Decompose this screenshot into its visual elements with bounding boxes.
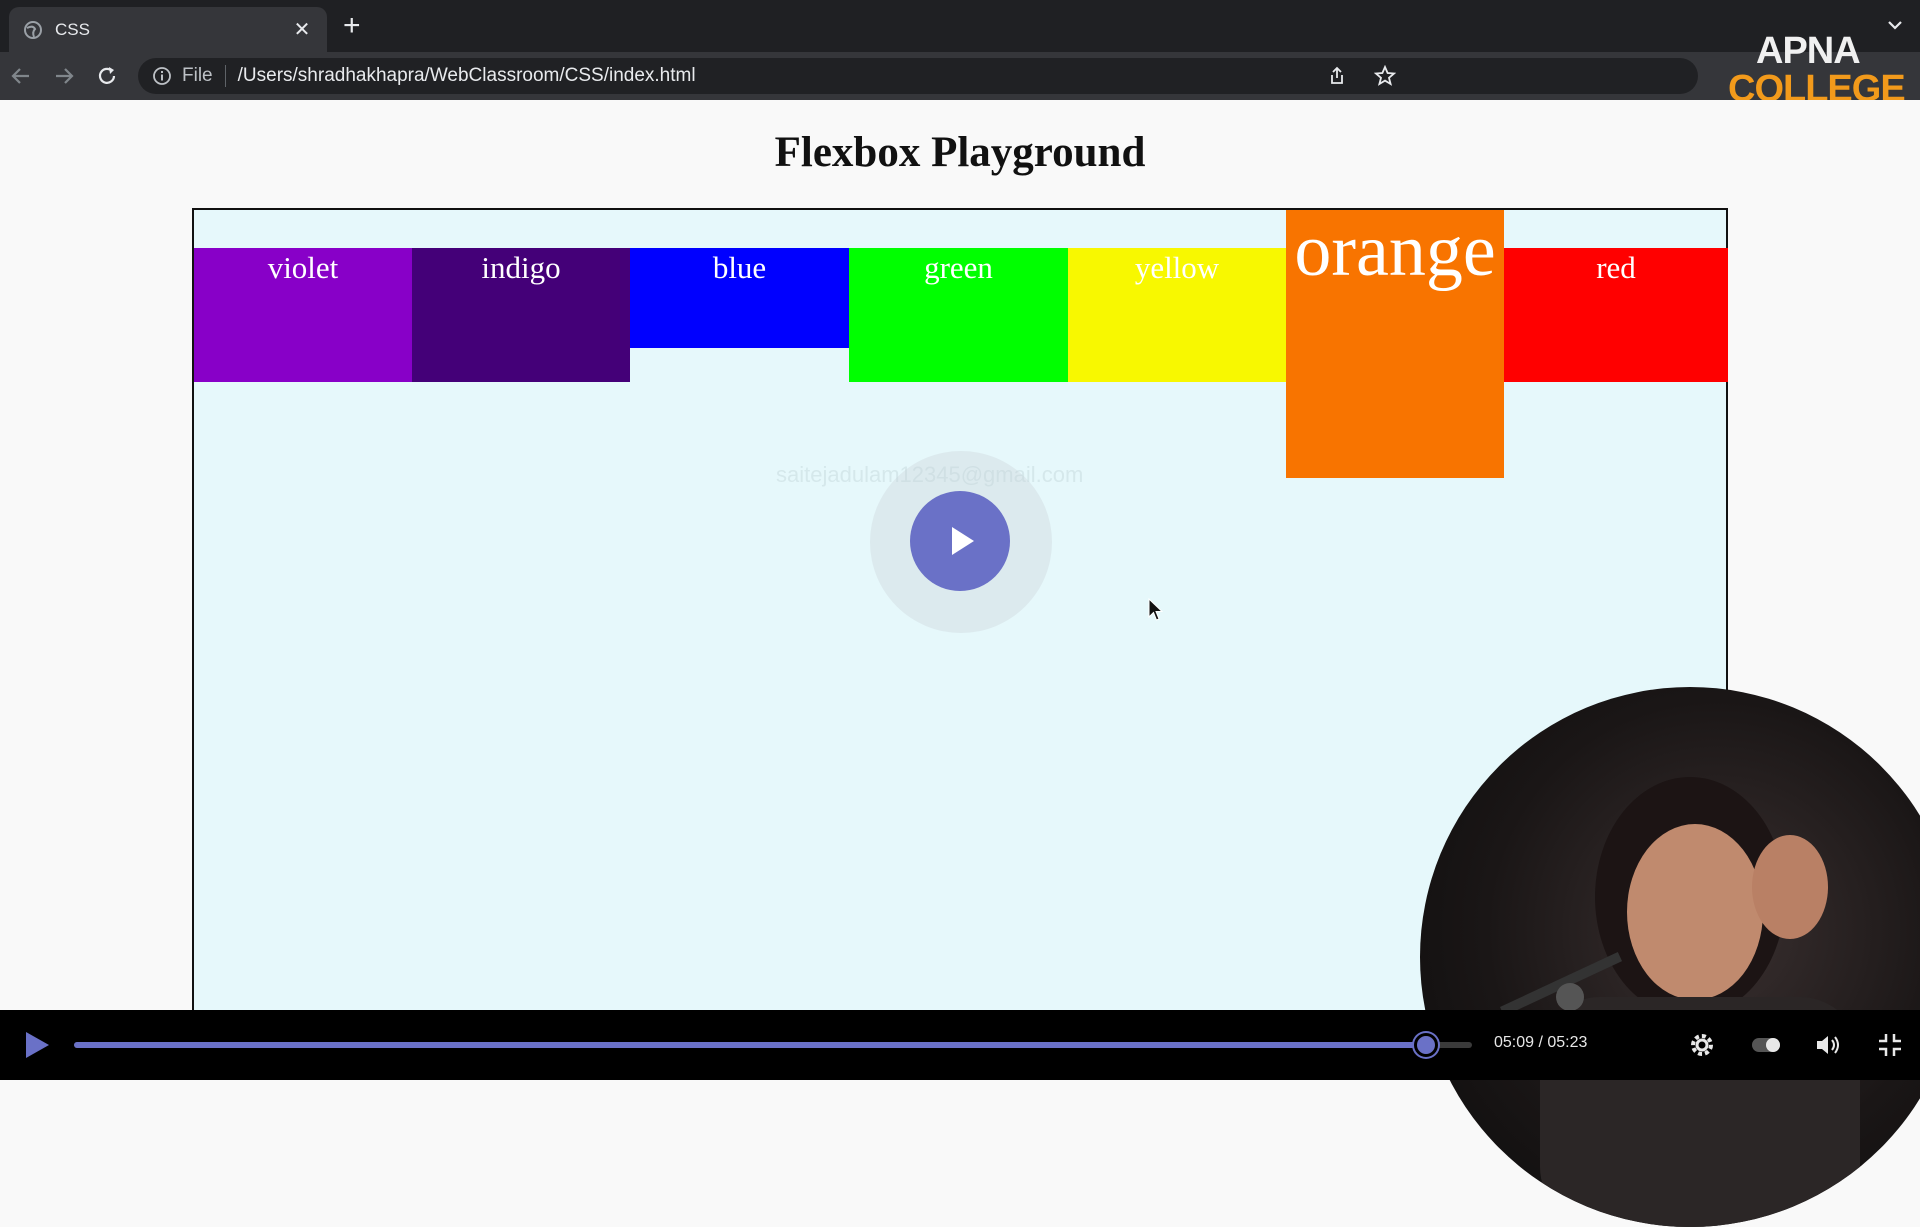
progress-bar[interactable] <box>74 1033 1472 1057</box>
browser-tab[interactable]: CSS ✕ <box>9 7 327 52</box>
gear-icon[interactable] <box>1688 1031 1716 1059</box>
speed-toggle-icon[interactable] <box>1750 1031 1782 1059</box>
url-divider <box>224 65 226 87</box>
url-text[interactable]: /Users/shradhakhapra/WebClassroom/CSS/in… <box>238 65 696 87</box>
progress-handle[interactable] <box>1413 1033 1438 1057</box>
share-icon[interactable] <box>1326 65 1348 87</box>
exit-fullscreen-icon[interactable] <box>1876 1031 1904 1059</box>
play-icon[interactable] <box>20 1029 52 1061</box>
page-title: Flexbox Playground <box>774 129 1146 176</box>
info-icon[interactable] <box>152 66 172 86</box>
mouse-cursor-icon <box>1148 598 1164 621</box>
flex-item-blue: blue <box>630 248 849 348</box>
bookmark-star-icon[interactable] <box>1374 65 1396 87</box>
back-arrow-icon[interactable] <box>10 65 32 87</box>
new-tab-button[interactable]: + <box>343 11 361 41</box>
center-play-button[interactable] <box>910 491 1010 591</box>
flex-item-orange: orange <box>1286 210 1504 478</box>
volume-icon[interactable] <box>1814 1031 1842 1059</box>
browser-tab-bar: CSS ✕ + <box>0 0 1920 52</box>
forward-arrow-icon[interactable] <box>53 65 75 87</box>
tab-title: CSS <box>55 19 90 39</box>
flex-item-indigo: indigo <box>412 248 630 382</box>
browser-toolbar: File /Users/shradhakhapra/WebClassroom/C… <box>0 52 1920 141</box>
time-display: 05:09 / 05:23 <box>1494 1034 1588 1051</box>
flex-item-red: red <box>1504 248 1728 382</box>
tab-close-icon[interactable]: ✕ <box>291 17 313 42</box>
address-bar[interactable]: File /Users/shradhakhapra/WebClassroom/C… <box>138 58 1698 94</box>
reload-icon[interactable] <box>96 65 118 87</box>
flex-item-yellow: yellow <box>1068 248 1286 382</box>
brand-logo-apna: APNA <box>1756 30 1861 72</box>
globe-icon <box>24 20 42 39</box>
url-scheme-label: File <box>182 65 213 86</box>
flex-item-green: green <box>849 248 1068 382</box>
video-player-controls: 05:09 / 05:23 <box>0 1010 1920 1080</box>
progress-fill <box>74 1042 1426 1048</box>
play-icon <box>952 527 974 555</box>
chevron-down-icon[interactable] <box>1884 14 1906 36</box>
flex-item-violet: violet <box>194 248 412 382</box>
